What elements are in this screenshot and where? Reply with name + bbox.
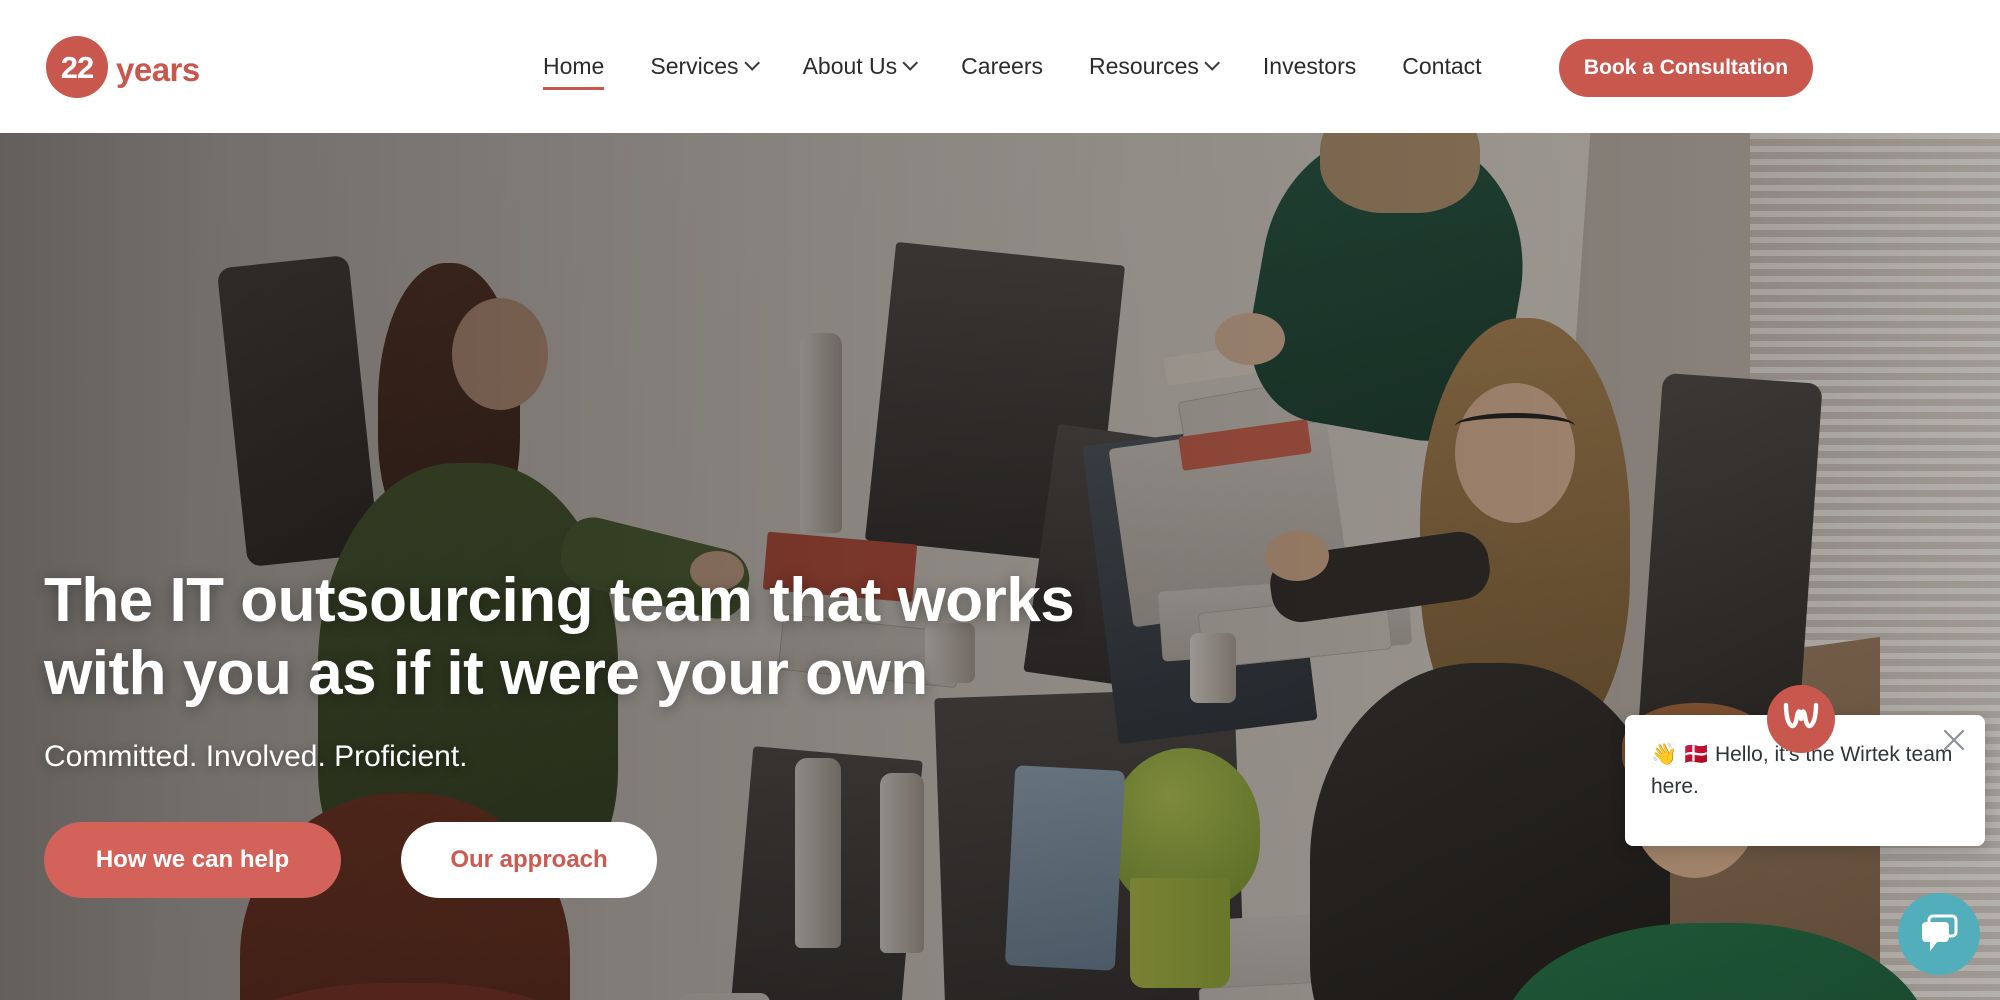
hero-section: The IT outsourcing team that works with … bbox=[0, 133, 2000, 1000]
hero-action-buttons: How we can help Our approach bbox=[44, 822, 1244, 898]
active-nav-underline bbox=[543, 87, 605, 90]
logo-years-text: years bbox=[116, 50, 200, 88]
nav-item-label: Investors bbox=[1262, 53, 1357, 79]
how-we-can-help-button[interactable]: How we can help bbox=[44, 822, 341, 898]
nav-item-careers[interactable]: Careers bbox=[938, 0, 1066, 133]
nav-item-home[interactable]: Home bbox=[520, 0, 627, 133]
nav-item-label: Contact bbox=[1402, 53, 1482, 79]
chat-avatar bbox=[1767, 685, 1835, 753]
nav-item-label: Careers bbox=[961, 53, 1043, 79]
nav-item-resources[interactable]: Resources bbox=[1066, 0, 1240, 133]
site-logo[interactable]: 22 years bbox=[46, 36, 200, 98]
site-header: 22 years Home Services About Us Careers … bbox=[0, 0, 2000, 133]
close-x-icon bbox=[1943, 729, 1965, 751]
wirtek-w-icon bbox=[1783, 702, 1819, 729]
nav-item-about-us[interactable]: About Us bbox=[780, 0, 939, 133]
hero-title: The IT outsourcing team that works with … bbox=[44, 565, 1075, 708]
nav-item-label: Home bbox=[543, 53, 605, 79]
chat-launcher-button[interactable] bbox=[1898, 893, 1980, 975]
nav-item-label: About Us bbox=[802, 53, 898, 79]
chevron-down-icon bbox=[1204, 55, 1220, 71]
main-navigation: Home Services About Us Careers Resources… bbox=[520, 0, 1505, 133]
our-approach-button[interactable]: Our approach bbox=[401, 822, 657, 898]
book-consultation-button[interactable]: Book a Consultation bbox=[1559, 39, 1813, 97]
hero-subtitle: Committed. Involved. Proficient. bbox=[44, 740, 468, 773]
chevron-down-icon bbox=[743, 55, 760, 71]
close-icon[interactable] bbox=[1937, 723, 1971, 757]
hero-content: The IT outsourcing team that works with … bbox=[44, 133, 1244, 1000]
logo-number: 22 bbox=[60, 49, 94, 85]
nav-item-label: Resources bbox=[1088, 53, 1199, 79]
logo-circle-icon: 22 bbox=[46, 36, 108, 98]
nav-item-label: Services bbox=[650, 53, 739, 79]
nav-item-contact[interactable]: Contact bbox=[1379, 0, 1504, 133]
chevron-down-icon bbox=[902, 55, 919, 71]
nav-item-services[interactable]: Services bbox=[627, 0, 779, 133]
chat-bubble-icon bbox=[1922, 914, 1958, 951]
nav-item-investors[interactable]: Investors bbox=[1240, 0, 1379, 133]
